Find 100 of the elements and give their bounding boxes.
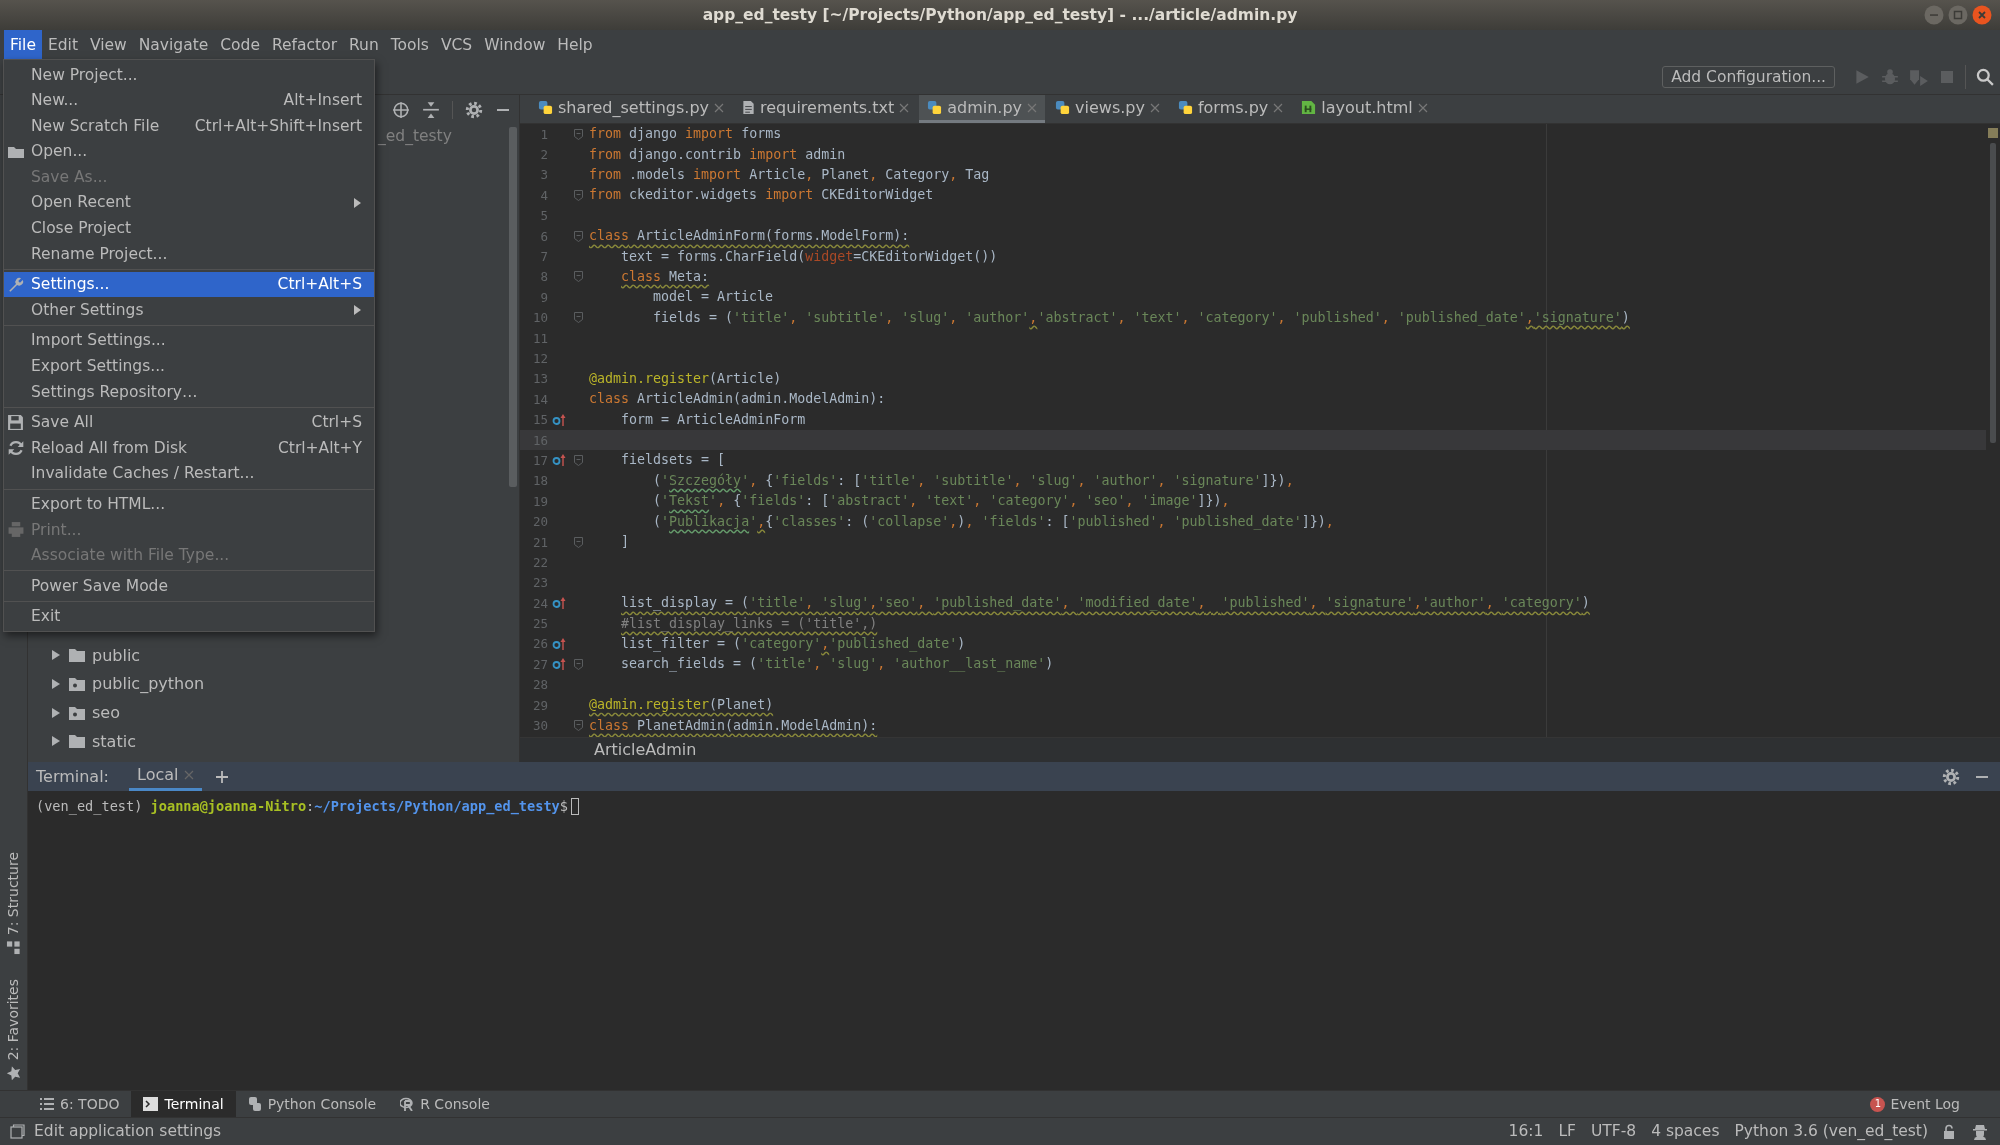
fold-icon[interactable]	[573, 128, 583, 140]
expand-arrow[interactable]	[50, 649, 62, 662]
tree-item[interactable]: static	[92, 731, 136, 751]
status-item[interactable]: 16:1	[1508, 1122, 1544, 1141]
tool-window-button[interactable]: 7: Structure	[5, 852, 22, 955]
close-icon[interactable]	[899, 102, 910, 113]
override-icon[interactable]	[552, 657, 566, 672]
menu-item[interactable]: Open...	[4, 138, 374, 165]
menu-item[interactable]: Settings... Ctrl+Alt+S	[4, 271, 374, 298]
editor-tab[interactable]: views.py	[1047, 95, 1168, 123]
maximize-button[interactable]	[1948, 5, 1968, 25]
close-icon[interactable]	[714, 102, 725, 113]
menu-item[interactable]: Settings Repository…	[4, 379, 374, 405]
menu-item[interactable]: View	[83, 30, 133, 60]
expand-arrow[interactable]	[50, 735, 62, 748]
menu-item[interactable]: Exit	[4, 603, 374, 630]
editor-tab[interactable]: requirements.txt	[734, 95, 918, 123]
scrollbar-thumb[interactable]	[1990, 143, 1996, 443]
menu-item[interactable]: Navigate	[132, 30, 215, 60]
expand-arrow[interactable]	[50, 678, 62, 691]
menu-item[interactable]: Export Settings...	[4, 353, 374, 380]
menu-item[interactable]: Refactor	[266, 30, 343, 60]
tree-item[interactable]: public	[92, 645, 141, 665]
menu-item[interactable]: Open Recent	[4, 189, 374, 216]
fold-icon[interactable]	[573, 271, 583, 283]
tool-window-tab[interactable]: R Console	[388, 1091, 502, 1117]
tool-window-tab[interactable]: Terminal	[131, 1091, 236, 1117]
bug-icon[interactable]	[1881, 68, 1899, 86]
fold-icon[interactable]	[573, 189, 583, 201]
menu-item[interactable]: Import Settings...	[4, 327, 374, 354]
status-item[interactable]: UTF-8	[1590, 1122, 1637, 1141]
menu-item[interactable]: Export to HTML...	[4, 491, 374, 518]
override-icon[interactable]	[552, 453, 566, 468]
menu-item[interactable]: Power Save Mode	[4, 573, 374, 599]
menu-item[interactable]: Other Settings	[4, 297, 374, 323]
add-icon[interactable]	[214, 768, 231, 785]
scrollbar-thumb[interactable]	[509, 127, 517, 487]
menu-item[interactable]: Save All Ctrl+S	[4, 409, 374, 436]
tree-item[interactable]: seo	[92, 703, 120, 723]
fold-icon[interactable]	[573, 536, 583, 548]
stop-icon[interactable]	[1939, 69, 1955, 85]
search-icon[interactable]	[1976, 68, 1994, 86]
expand-arrow[interactable]	[50, 706, 62, 719]
settings-icon[interactable]	[1942, 767, 1960, 786]
tool-window-tab[interactable]: Python Console	[235, 1091, 389, 1117]
editor-tab[interactable]: admin.py	[919, 95, 1046, 123]
menu-item[interactable]: Edit	[41, 30, 84, 60]
close-icon[interactable]	[1273, 102, 1284, 113]
fold-icon[interactable]	[573, 658, 583, 670]
menu-item[interactable]: Run	[343, 30, 385, 60]
menu-item[interactable]: Invalidate Caches / Restart...	[4, 460, 374, 487]
coverage-icon[interactable]	[1909, 68, 1929, 86]
collapse-icon[interactable]	[422, 100, 440, 119]
breadcrumb[interactable]: ArticleAdmin	[594, 740, 697, 760]
tool-window-tab[interactable]: 6: TODO	[28, 1091, 132, 1117]
line-number: 4	[539, 187, 548, 203]
menu-item[interactable]: New... Alt+Insert	[4, 87, 374, 114]
editor-tab[interactable]: shared_settings.py	[530, 95, 733, 123]
settings-icon[interactable]	[465, 100, 483, 119]
menu-item[interactable]: Help	[551, 30, 599, 60]
panel-toggle-icon[interactable]	[10, 1124, 25, 1139]
fold-icon[interactable]	[573, 230, 583, 242]
close-icon[interactable]	[1417, 102, 1428, 113]
fold-icon[interactable]	[573, 454, 583, 466]
close-button[interactable]	[1972, 5, 1992, 25]
fold-icon[interactable]	[573, 720, 583, 731]
menu-item[interactable]: Code	[214, 30, 266, 60]
menu-item[interactable]: Tools	[384, 30, 435, 60]
status-item[interactable]: 4 spaces	[1651, 1122, 1720, 1141]
terminal-prompt: (ven_ed_test) joanna@joanna-Nitro:~/Projects/Python/app_ed_testy$	[36, 798, 568, 815]
window-title: app_ed_testy [~/Projects/Python/app_ed_testy] - .../article/admin.py	[702, 5, 1298, 25]
menu-item[interactable]: Window	[478, 30, 552, 60]
menu-item[interactable]: Close Project	[4, 215, 374, 242]
close-icon[interactable]	[1149, 102, 1160, 113]
menu-item[interactable]: New Project...	[4, 62, 374, 88]
event-log-button[interactable]: Event Log	[1890, 1095, 1960, 1113]
editor-tab[interactable]: forms.py	[1169, 95, 1292, 123]
close-icon[interactable]	[184, 770, 195, 780]
menu-item[interactable]: File	[4, 30, 42, 60]
menu-item[interactable]: VCS	[434, 30, 479, 60]
editor-tab[interactable]: layout.html	[1293, 95, 1436, 123]
menu-item[interactable]: Reload All from Disk Ctrl+Alt+Y	[4, 435, 374, 461]
inspector-icon[interactable]	[1972, 1123, 1988, 1140]
close-icon[interactable]	[1027, 102, 1038, 113]
status-item[interactable]: Python 3.6 (ven_ed_test)	[1734, 1122, 1928, 1141]
override-icon[interactable]	[552, 412, 566, 427]
menu-item[interactable]: Rename Project...	[4, 241, 374, 267]
status-item[interactable]: LF	[1558, 1122, 1576, 1141]
run-configuration-button[interactable]: Add Configuration...	[1662, 65, 1835, 89]
locate-icon[interactable]	[392, 100, 410, 119]
run-icon[interactable]	[1853, 68, 1871, 86]
tool-window-button[interactable]: 2: Favorites	[5, 978, 22, 1080]
lock-icon[interactable]	[1943, 1123, 1957, 1140]
override-icon[interactable]	[552, 596, 566, 611]
tree-item[interactable]: public_python	[92, 674, 205, 694]
minimize-button[interactable]	[1924, 5, 1944, 25]
menu-item[interactable]: New Scratch File Ctrl+Alt+Shift+Insert	[4, 113, 374, 139]
fold-icon[interactable]	[573, 312, 583, 324]
override-icon[interactable]	[552, 636, 566, 651]
line-number: 2	[539, 147, 548, 163]
